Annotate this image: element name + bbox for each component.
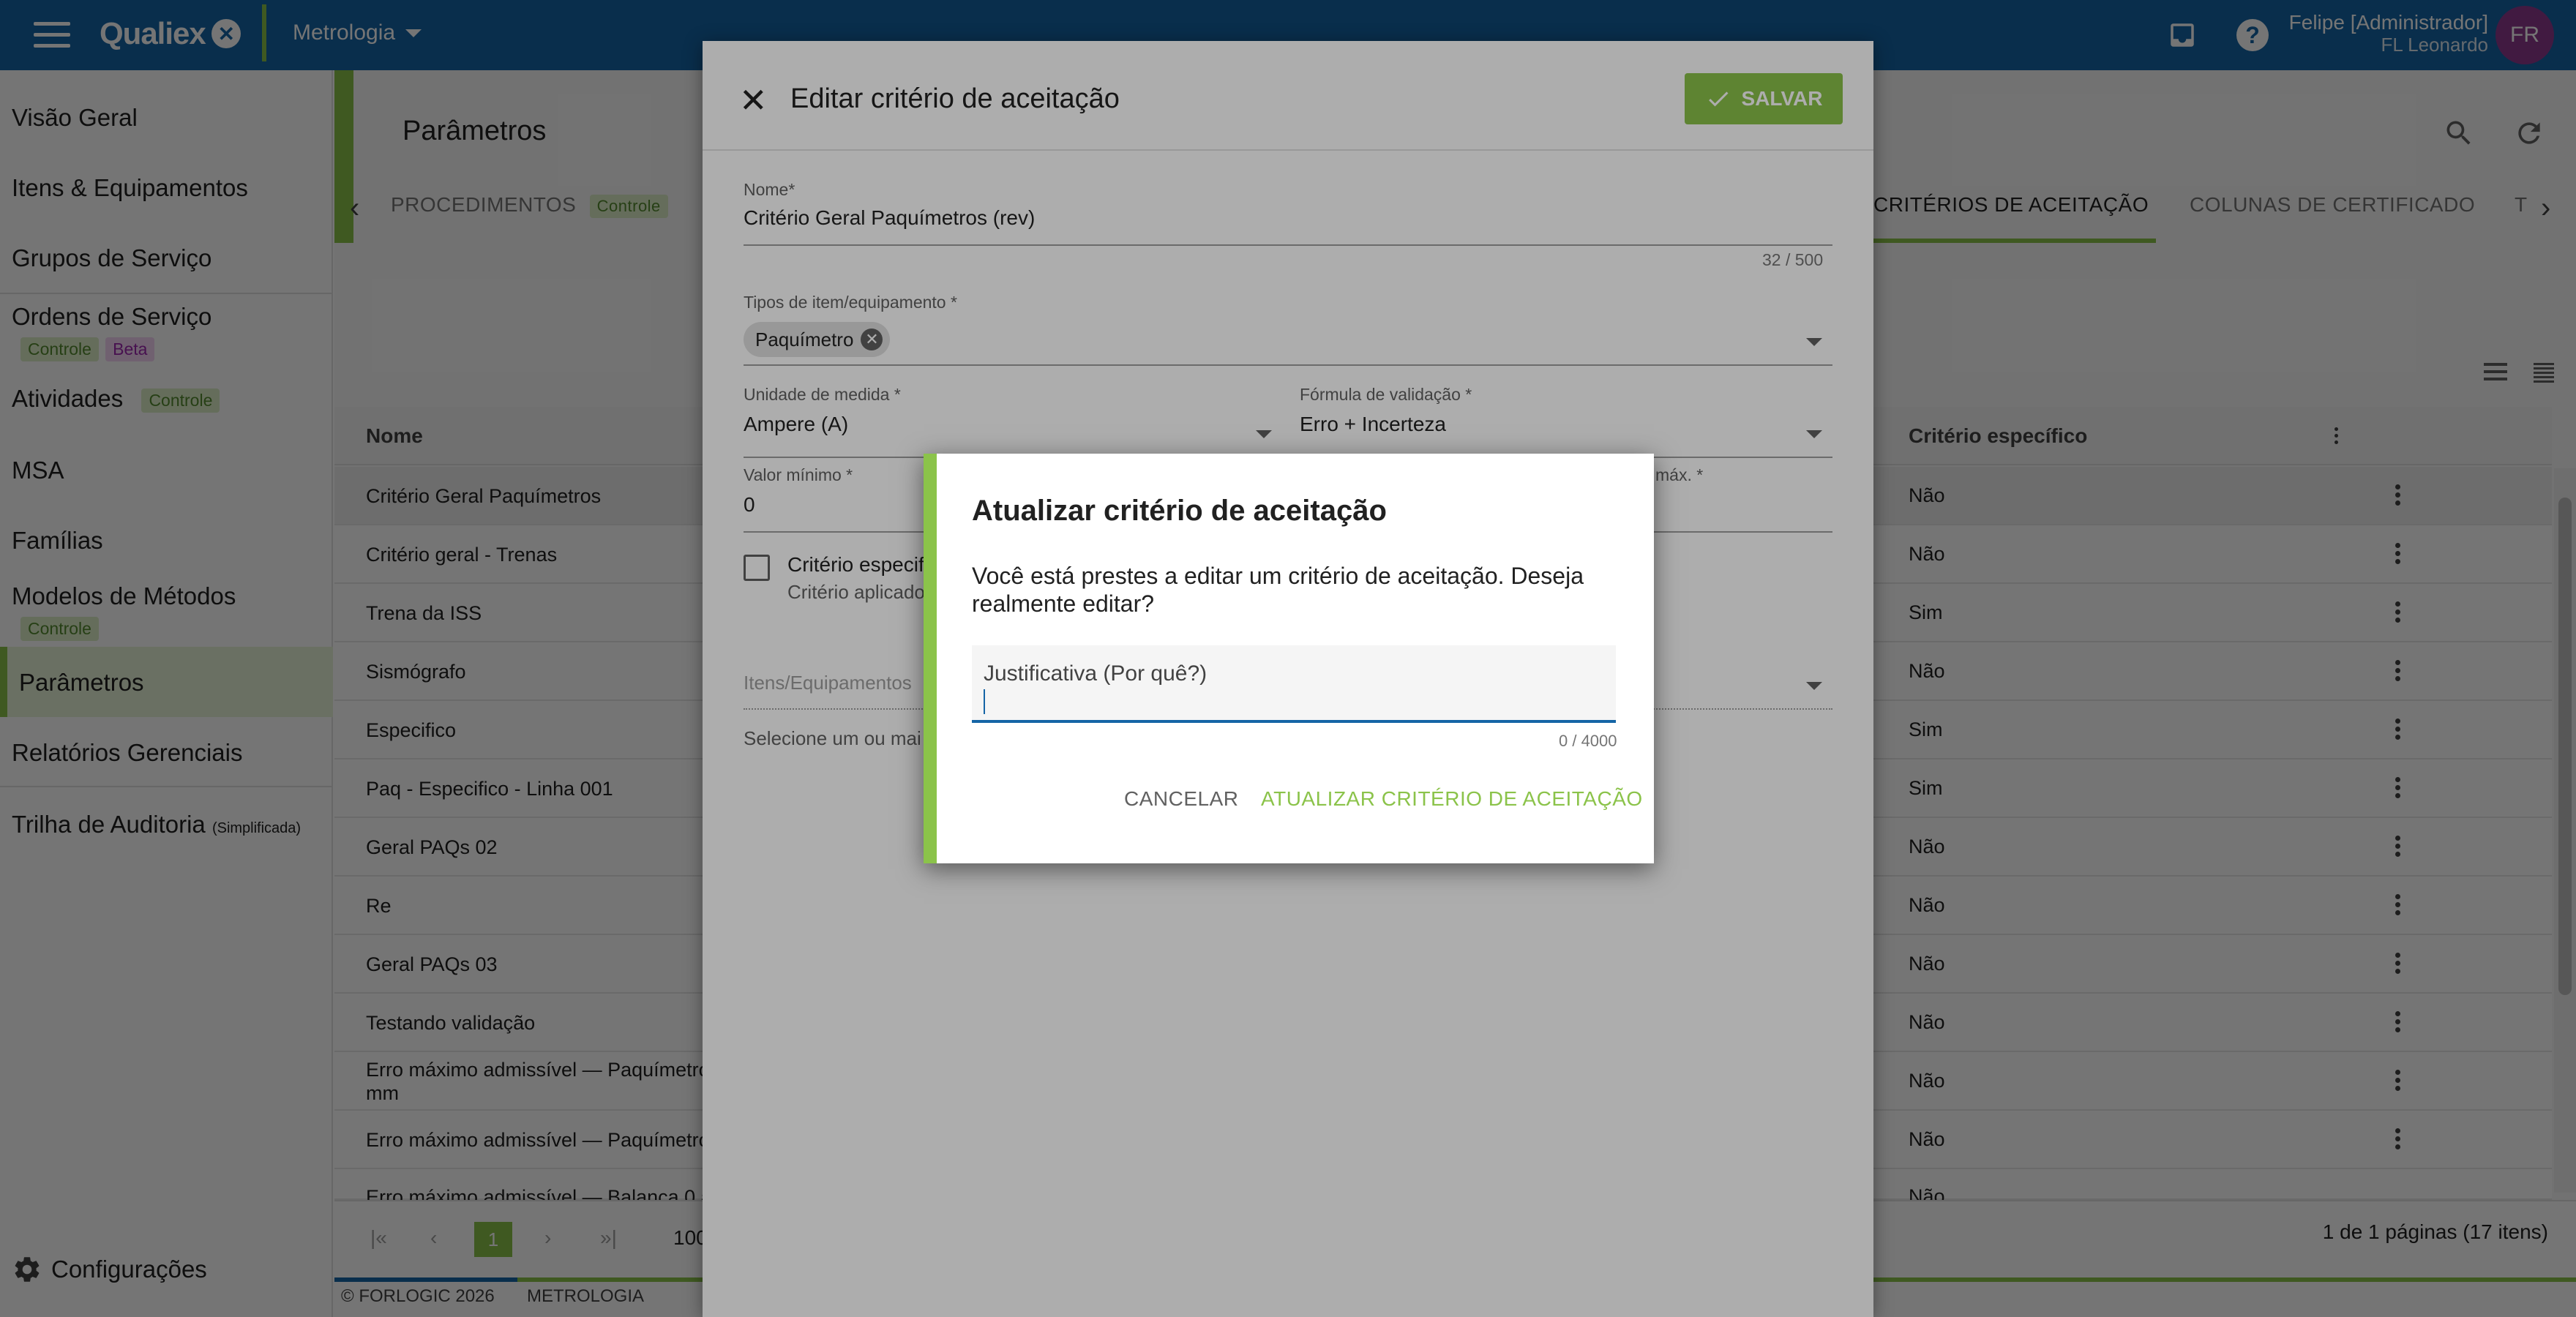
cancel-button[interactable]: CANCELAR — [1124, 787, 1238, 811]
dialog-title: Atualizar critério de aceitação — [972, 495, 1387, 527]
confirm-update-button[interactable]: ATUALIZAR CRITÉRIO DE ACEITAÇÃO — [1261, 787, 1643, 811]
dialog-message: Você está prestes a editar um critério d… — [972, 563, 1584, 617]
justificativa-counter: 0 / 4000 — [1559, 732, 1617, 750]
dialog-accent — [924, 454, 937, 863]
confirm-dialog: Atualizar critério de aceitação Você est… — [924, 454, 1654, 863]
justificativa-label: Justificativa (Por quê?) — [984, 661, 1208, 686]
text-cursor — [984, 689, 985, 714]
